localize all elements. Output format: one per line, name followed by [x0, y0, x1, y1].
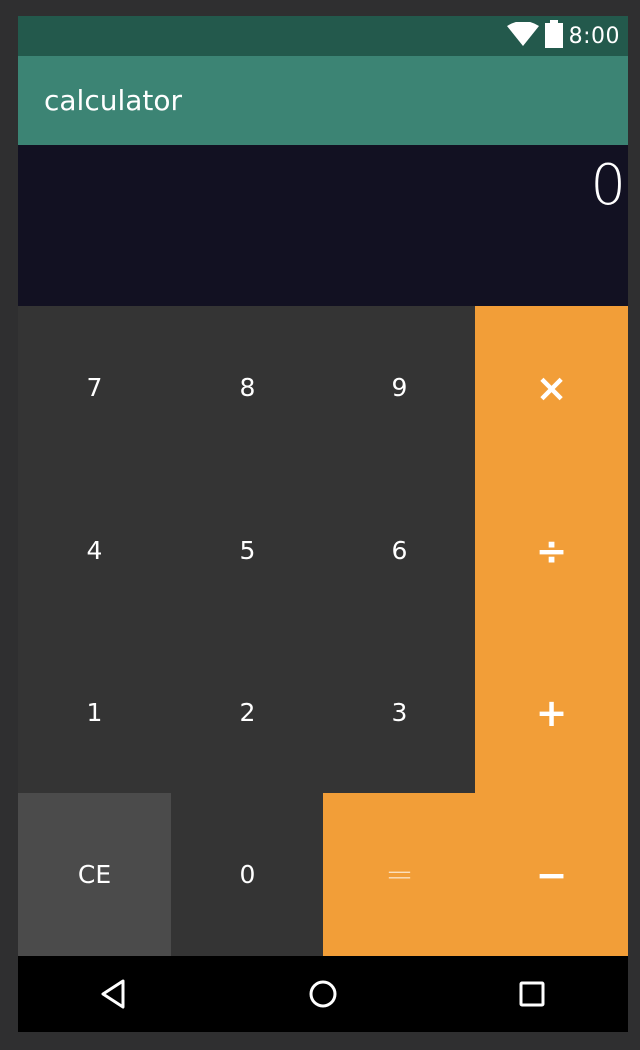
plus-key[interactable]: + [475, 631, 628, 794]
status-time: 8:00 [568, 23, 620, 49]
recents-icon[interactable] [512, 974, 552, 1014]
key-9[interactable]: 9 [323, 306, 476, 469]
app-bar: calculator [18, 56, 628, 145]
status-bar: 8:00 [18, 16, 628, 56]
keypad: 7 8 9 × 4 5 6 ÷ 1 2 3 + CE 0 = − [18, 306, 628, 956]
home-icon[interactable] [303, 974, 343, 1014]
display-value: 0 [590, 153, 626, 218]
key-7[interactable]: 7 [18, 306, 171, 469]
key-2[interactable]: 2 [171, 631, 324, 794]
back-icon[interactable] [93, 974, 133, 1014]
equals-key[interactable]: = [323, 793, 476, 956]
key-4[interactable]: 4 [18, 469, 171, 632]
wifi-icon [506, 20, 539, 51]
minus-key[interactable]: − [475, 793, 628, 956]
key-1[interactable]: 1 [18, 631, 171, 794]
multiply-key[interactable]: × [475, 306, 628, 469]
key-0[interactable]: 0 [171, 793, 324, 956]
calculator-app: 8:00 calculator 0 7 8 9 × 4 5 6 ÷ 1 2 3 … [18, 16, 628, 1032]
app-title: calculator [44, 84, 183, 117]
key-5[interactable]: 5 [171, 469, 324, 632]
key-6[interactable]: 6 [323, 469, 476, 632]
divide-key[interactable]: ÷ [475, 469, 628, 632]
navigation-bar [18, 956, 628, 1032]
status-icons: 8:00 [506, 19, 620, 53]
result-display: 0 [18, 145, 628, 306]
key-8[interactable]: 8 [171, 306, 324, 469]
battery-icon [544, 19, 563, 53]
key-3[interactable]: 3 [323, 631, 476, 794]
clear-entry-key[interactable]: CE [18, 793, 171, 956]
